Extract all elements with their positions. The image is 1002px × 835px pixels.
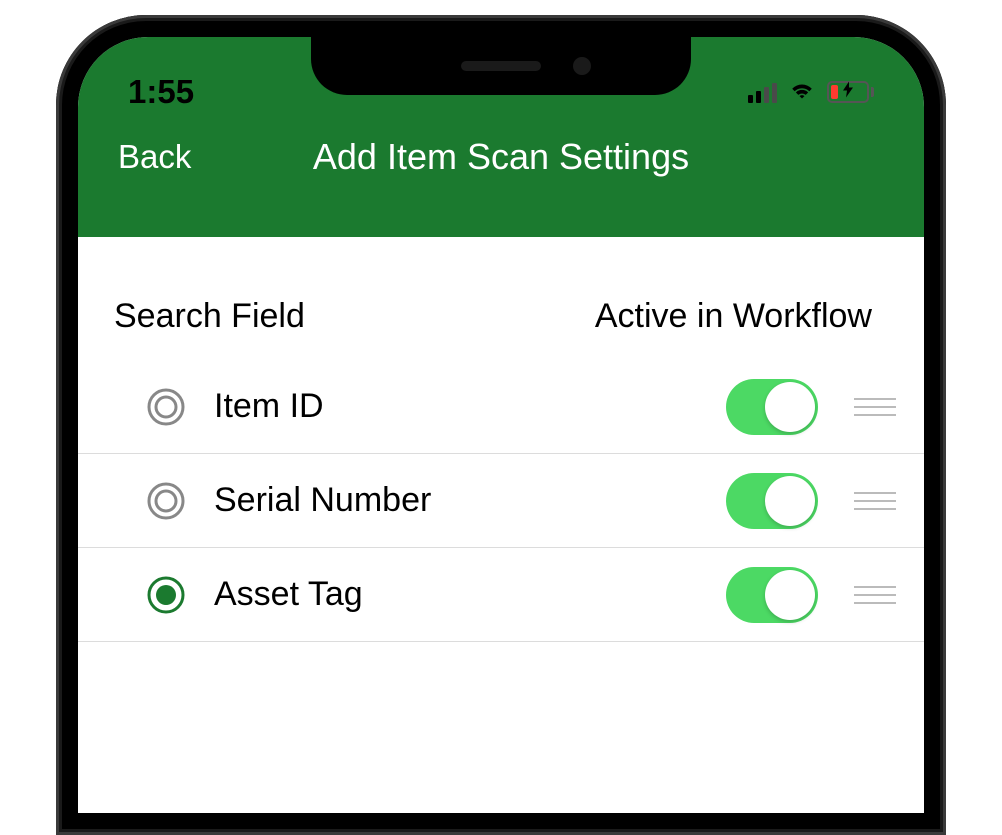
row-label: Asset Tag (214, 575, 726, 614)
status-icons (748, 79, 874, 106)
nav-bar: Back Add Item Scan Settings (78, 117, 924, 207)
phone-frame: 1:55 (56, 15, 946, 835)
header-active-workflow: Active in Workflow (595, 297, 872, 336)
cellular-signal-icon (748, 81, 777, 103)
battery-icon (827, 81, 874, 103)
wifi-icon (787, 79, 817, 106)
radio-selected-icon[interactable] (146, 575, 186, 615)
row-label: Serial Number (214, 481, 726, 520)
drag-handle-icon[interactable] (854, 578, 896, 612)
drag-handle-icon[interactable] (854, 484, 896, 518)
list-item[interactable]: Asset Tag (78, 548, 924, 642)
page-title: Add Item Scan Settings (313, 136, 689, 178)
toggle-switch[interactable] (726, 567, 818, 623)
phone-notch (311, 37, 691, 95)
toggle-switch[interactable] (726, 379, 818, 435)
phone-screen: 1:55 (78, 37, 924, 813)
column-headers: Search Field Active in Workflow (78, 297, 924, 360)
list-item[interactable]: Serial Number (78, 454, 924, 548)
radio-icon[interactable] (146, 387, 186, 427)
toggle-switch[interactable] (726, 473, 818, 529)
header-search-field: Search Field (114, 297, 305, 336)
list-item[interactable]: Item ID (78, 360, 924, 454)
radio-icon[interactable] (146, 481, 186, 521)
row-label: Item ID (214, 387, 726, 426)
phone-speaker (461, 61, 541, 71)
status-time: 1:55 (128, 73, 194, 111)
phone-camera (573, 57, 591, 75)
back-button[interactable]: Back (118, 138, 191, 176)
content-area: Search Field Active in Workflow Item ID (78, 237, 924, 642)
drag-handle-icon[interactable] (854, 390, 896, 424)
